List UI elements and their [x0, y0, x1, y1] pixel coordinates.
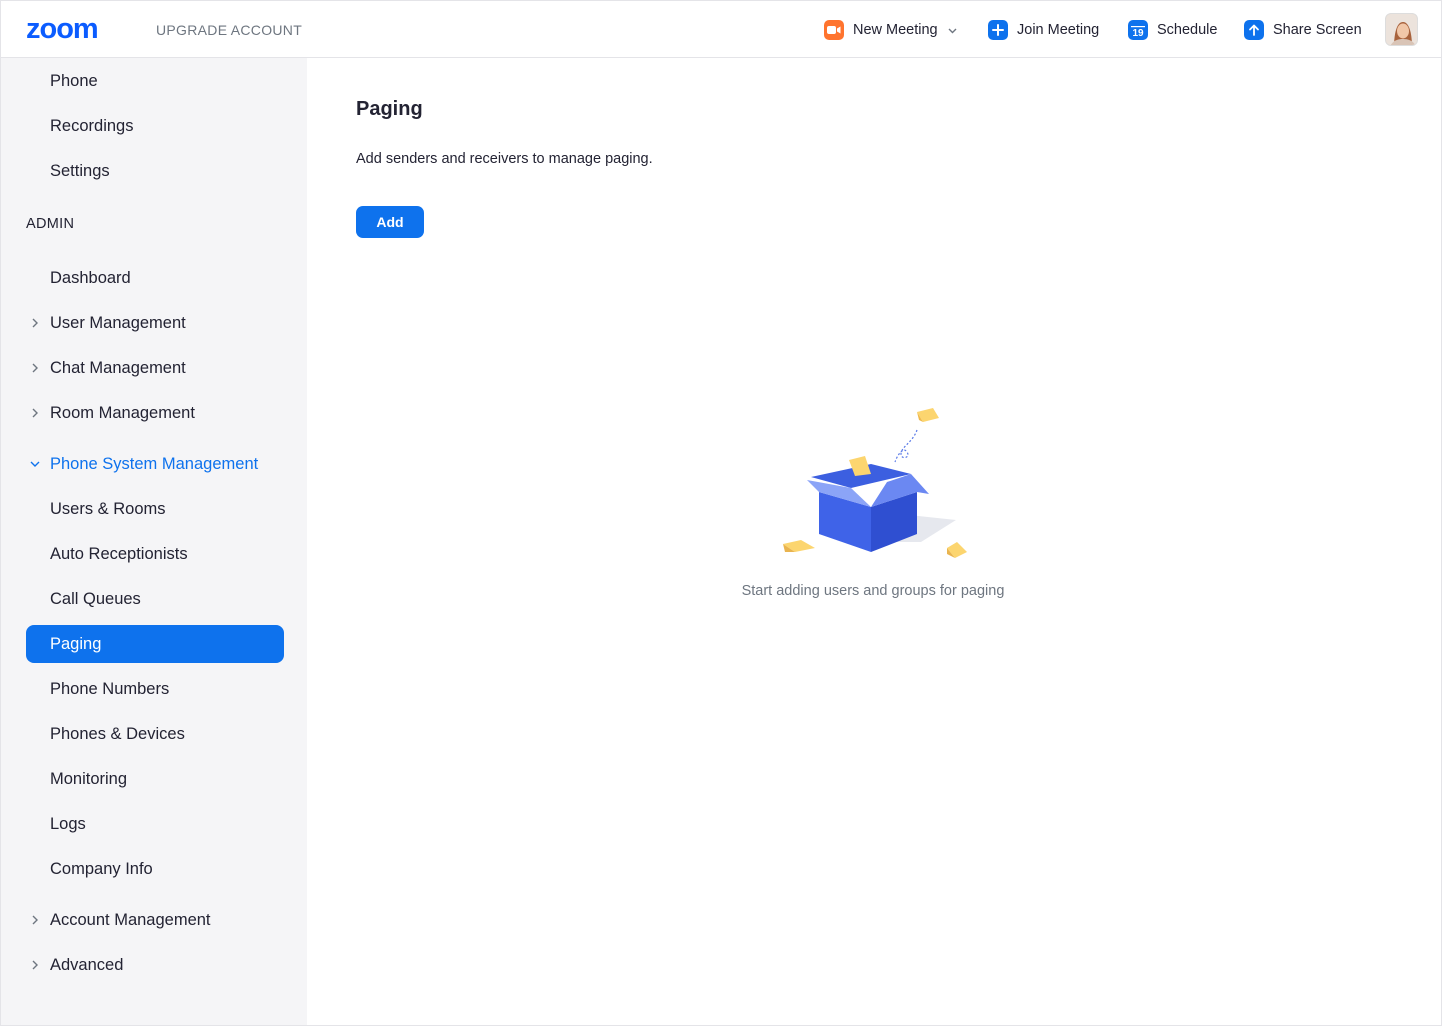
- plus-icon: [988, 20, 1008, 40]
- sidebar-item-advanced[interactable]: Advanced: [26, 946, 284, 984]
- video-camera-icon: [824, 20, 844, 40]
- sidebar-item-logs[interactable]: Logs: [26, 805, 284, 843]
- arrow-up-icon: [1244, 20, 1264, 40]
- sidebar-item-dashboard[interactable]: Dashboard: [26, 259, 284, 297]
- share-screen-button[interactable]: Share Screen: [1244, 18, 1362, 42]
- sidebar-item-label: Dashboard: [50, 268, 131, 287]
- chevron-down-icon[interactable]: [948, 22, 957, 38]
- sidebar-item-chat-management[interactable]: Chat Management: [26, 349, 284, 387]
- schedule-label: Schedule: [1157, 22, 1218, 38]
- sidebar-item-label: Chat Management: [50, 358, 186, 377]
- sidebar-item-label: Phones & Devices: [50, 724, 185, 743]
- sidebar-item-label: Room Management: [50, 403, 195, 422]
- sidebar-item-label: User Management: [50, 313, 186, 332]
- sidebar-item-room-management[interactable]: Room Management: [26, 394, 284, 432]
- sidebar-item-call-queues[interactable]: Call Queues: [26, 580, 284, 618]
- sidebar-item-label: Auto Receptionists: [50, 544, 188, 563]
- sidebar-item-account-management[interactable]: Account Management: [26, 901, 284, 939]
- sidebar-item-monitoring[interactable]: Monitoring: [26, 760, 284, 798]
- calendar-day: 19: [1132, 27, 1144, 39]
- page-title: Paging: [356, 98, 423, 120]
- top-header: zoom UPGRADE ACCOUNT New Meeting Join Me…: [1, 1, 1441, 58]
- add-button[interactable]: Add: [356, 206, 424, 238]
- sidebar-item-auto-receptionists[interactable]: Auto Receptionists: [26, 535, 284, 573]
- page-description: Add senders and receivers to manage pagi…: [356, 151, 653, 167]
- schedule-button[interactable]: 19 Schedule: [1128, 18, 1217, 42]
- sidebar-item-label: Account Management: [50, 910, 211, 929]
- sidebar-item-label: Company Info: [50, 859, 153, 878]
- sidebar-item-user-management[interactable]: User Management: [26, 304, 284, 342]
- main-content: Paging Add senders and receivers to mana…: [307, 58, 1441, 1025]
- new-meeting-button[interactable]: New Meeting: [824, 18, 957, 42]
- join-meeting-label: Join Meeting: [1017, 22, 1100, 38]
- sidebar-item-paging[interactable]: Paging: [26, 625, 284, 663]
- sidebar-item-phone[interactable]: Phone: [26, 62, 284, 100]
- chevron-right-icon: [32, 960, 38, 970]
- share-screen-label: Share Screen: [1273, 22, 1362, 38]
- sidebar-item-label: Phone System Management: [50, 454, 259, 473]
- sidebar-item-company-info[interactable]: Company Info: [26, 850, 284, 888]
- sidebar-item-label: Call Queues: [50, 589, 141, 608]
- sidebar-item-settings[interactable]: Settings: [26, 152, 284, 190]
- sidebar-item-label: Phone Numbers: [50, 679, 170, 698]
- empty-box-illustration: [783, 408, 967, 558]
- chevron-right-icon: [32, 318, 38, 328]
- sidebar-item-label: Advanced: [50, 955, 124, 974]
- chevron-right-icon: [32, 408, 38, 418]
- join-meeting-button[interactable]: Join Meeting: [988, 18, 1099, 42]
- chevron-down-icon: [30, 461, 40, 467]
- sidebar-item-label: Paging: [50, 634, 102, 653]
- zoom-logo[interactable]: zoom: [26, 13, 99, 45]
- sidebar-item-phones-devices[interactable]: Phones & Devices: [26, 715, 284, 753]
- chevron-right-icon: [32, 915, 38, 925]
- new-meeting-label: New Meeting: [853, 22, 938, 38]
- sidebar-item-label: Recordings: [50, 116, 134, 135]
- sidebar-item-label: Users & Rooms: [50, 499, 166, 518]
- app-window: zoom UPGRADE ACCOUNT New Meeting Join Me…: [0, 0, 1442, 1026]
- sidebar-item-phone-numbers[interactable]: Phone Numbers: [26, 670, 284, 708]
- sidebar-item-label: Settings: [50, 161, 110, 180]
- admin-section-label: ADMIN: [26, 216, 75, 232]
- sidebar-item-phone-system-management[interactable]: Phone System Management: [26, 445, 284, 483]
- sidebar-item-label: Monitoring: [50, 769, 128, 788]
- sidebar-item-label: Logs: [50, 814, 86, 833]
- user-avatar[interactable]: [1385, 13, 1418, 46]
- calendar-icon: 19: [1128, 20, 1148, 40]
- sidebar-item-users-rooms[interactable]: Users & Rooms: [26, 490, 284, 528]
- chevron-right-icon: [32, 363, 38, 373]
- sidebar-item-label: Phone: [50, 71, 98, 90]
- sidebar: Phone Recordings Settings ADMIN Dashboar…: [1, 58, 307, 1025]
- sidebar-item-recordings[interactable]: Recordings: [26, 107, 284, 145]
- upgrade-account-link[interactable]: UPGRADE ACCOUNT: [156, 21, 302, 39]
- empty-state-text: Start adding users and groups for paging: [741, 583, 1005, 599]
